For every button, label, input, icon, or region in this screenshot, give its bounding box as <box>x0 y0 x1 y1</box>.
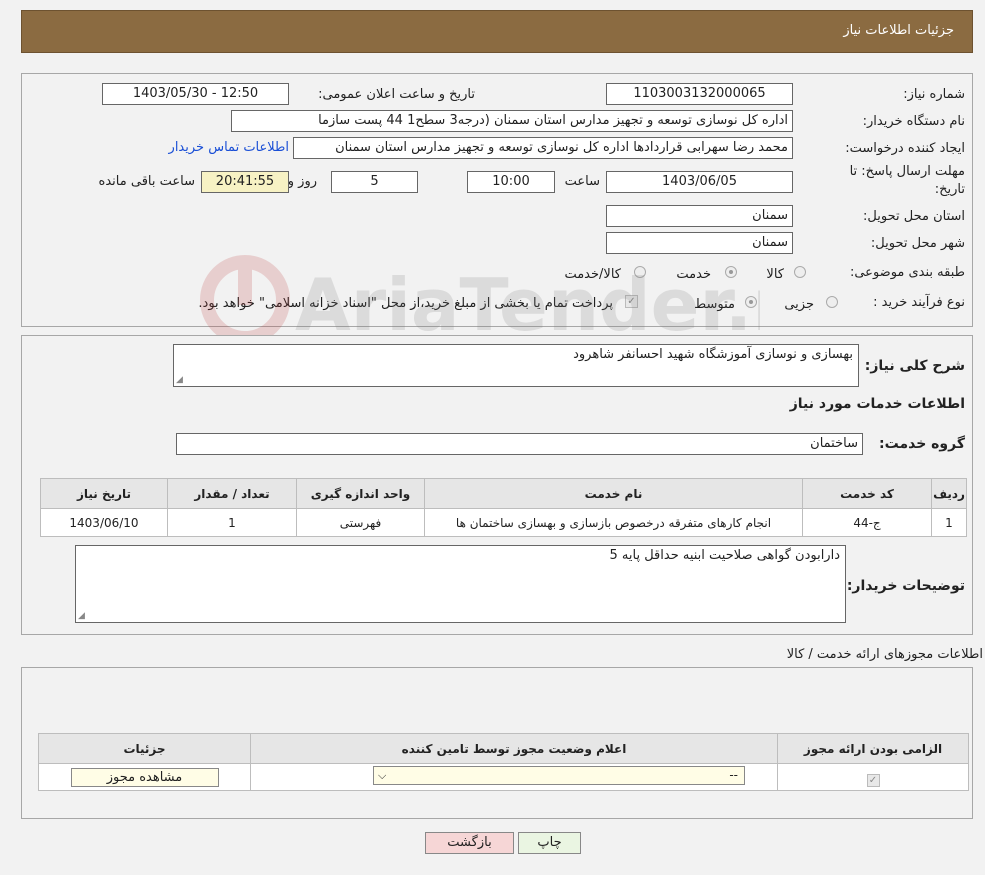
description-label: شرح کلی نیاز: <box>864 358 965 374</box>
buyer-notes-textarea: دارابودن گواهی صلاحیت ابنیه حداقل پایه 5… <box>75 545 846 623</box>
purchase-minor-label: جزیی <box>784 297 814 312</box>
buyer-notes-text: دارابودن گواهی صلاحیت ابنیه حداقل پایه 5 <box>609 548 840 563</box>
row-number-cell: 1 <box>931 508 967 537</box>
delivery-city-label: شهر محل تحویل: <box>870 236 965 251</box>
purchase-type-label: نوع فرآیند خرید : <box>873 295 965 310</box>
need-date-cell: 1403/06/10 <box>40 508 168 537</box>
announce-datetime-field: 1403/05/30 - 12:50 <box>102 83 289 105</box>
need-number-field: 1103003132000065 <box>606 83 793 105</box>
permits-table: الزامی بودن ارائه مجوز اعلام وضعیت مجوز … <box>38 733 969 791</box>
table-row: ✓ ⌵ -- مشاهده مجوز <box>38 763 969 791</box>
buyer-contact-link[interactable]: اطلاعات تماس خریدار <box>169 140 289 155</box>
permit-details-header: جزئیات <box>38 733 251 764</box>
page-header: جزئیات اطلاعات نیاز <box>21 10 973 53</box>
delivery-province-label: استان محل تحویل: <box>863 209 965 224</box>
col-code-header: کد خدمت <box>802 478 932 509</box>
permit-status-select[interactable]: ⌵ -- <box>373 766 745 785</box>
remaining-days-field: 5 <box>331 171 418 193</box>
col-qty-header: تعداد / مقدار <box>167 478 297 509</box>
services-table: ردیف کد خدمت نام خدمت واحد اندازه گیری ت… <box>40 478 967 537</box>
buyer-org-label: نام دستگاه خریدار: <box>862 114 965 129</box>
permit-details-cell: مشاهده مجوز <box>38 763 251 791</box>
buyer-notes-label: توضیحات خریدار: <box>846 578 965 594</box>
deadline-label-line1: مهلت ارسال پاسخ: تا <box>849 164 965 179</box>
category-label: طبقه بندی موضوعی: <box>849 265 965 280</box>
requester-label: ایجاد کننده درخواست: <box>845 141 965 156</box>
delivery-province-field: سمنان <box>606 205 793 227</box>
purchase-medium-radio[interactable] <box>745 296 757 308</box>
view-permit-button[interactable]: مشاهده مجوز <box>70 767 219 787</box>
resize-grip-icon[interactable]: ◢ <box>176 376 184 385</box>
days-label: روز و <box>287 174 317 189</box>
table-row: 1 ج-44 انجام کارهای متفرقه درخصوص بازساز… <box>40 508 967 537</box>
description-text: بهسازی و نوسازی آموزشگاه شهید احسانفر شا… <box>573 347 853 362</box>
category-goods-service-radio[interactable] <box>634 266 646 278</box>
service-code-cell: ج-44 <box>802 508 932 537</box>
need-number-label: شماره نیاز: <box>903 87 965 102</box>
permit-status-value: -- <box>729 768 738 782</box>
category-goods-radio[interactable] <box>794 266 806 278</box>
permits-title: اطلاعات مجوزهای ارائه خدمت / کالا <box>786 647 983 662</box>
service-name-cell: انجام کارهای متفرقه درخصوص بازسازی و بهس… <box>424 508 803 537</box>
purchase-minor-radio[interactable] <box>826 296 838 308</box>
category-service-radio[interactable] <box>725 266 737 278</box>
buyer-org-field: اداره کل نوسازی توسعه و تجهیز مدارس استا… <box>231 110 793 132</box>
treasury-payment-note: پرداخت تمام یا بخشی از مبلغ خرید،از محل … <box>198 296 613 311</box>
quantity-cell: 1 <box>167 508 297 537</box>
category-service-label: خدمت <box>676 267 711 282</box>
permit-required-cell: ✓ <box>777 763 969 791</box>
col-date-header: تاریخ نیاز <box>40 478 168 509</box>
description-textarea: بهسازی و نوسازی آموزشگاه شهید احسانفر شا… <box>173 344 859 387</box>
purchase-medium-label: متوسط <box>694 297 735 312</box>
permit-status-header: اعلام وضعیت مجوز توسط تامین کننده <box>250 733 778 764</box>
category-goods-service-label: کالا/خدمت <box>564 267 621 282</box>
service-group-field: ساختمان <box>176 433 863 455</box>
deadline-date-field: 1403/06/05 <box>606 171 793 193</box>
delivery-city-field: سمنان <box>606 232 793 254</box>
page-title: جزئیات اطلاعات نیاز <box>843 23 954 38</box>
category-goods-label: کالا <box>766 267 784 282</box>
resize-grip-icon[interactable]: ◢ <box>78 612 86 621</box>
deadline-time-field: 10:00 <box>467 171 555 193</box>
treasury-payment-checkbox: ✓ <box>625 295 638 308</box>
remaining-time-label: ساعت باقی مانده <box>98 174 195 189</box>
remaining-time-field: 20:41:55 <box>201 171 289 193</box>
unit-cell: فهرستی <box>296 508 425 537</box>
back-button[interactable]: بازگشت <box>425 832 514 854</box>
service-group-label: گروه خدمت: <box>879 436 965 452</box>
col-unit-header: واحد اندازه گیری <box>296 478 425 509</box>
permit-required-header: الزامی بودن ارائه مجوز <box>777 733 969 764</box>
permit-required-checkbox: ✓ <box>866 773 880 787</box>
col-name-header: نام خدمت <box>424 478 803 509</box>
print-button[interactable]: چاپ <box>518 832 581 854</box>
permit-status-cell: ⌵ -- <box>250 763 778 791</box>
deadline-time-label: ساعت <box>564 174 600 189</box>
chevron-down-icon: ⌵ <box>378 769 387 782</box>
services-title: اطلاعات خدمات مورد نیاز <box>789 396 965 412</box>
deadline-label-line2: تاریخ: <box>934 182 965 197</box>
col-row-header: ردیف <box>931 478 967 509</box>
requester-field: محمد رضا سهرابی قراردادها اداره کل نوساز… <box>293 137 793 159</box>
announce-datetime-label: تاریخ و ساعت اعلان عمومی: <box>318 87 475 102</box>
